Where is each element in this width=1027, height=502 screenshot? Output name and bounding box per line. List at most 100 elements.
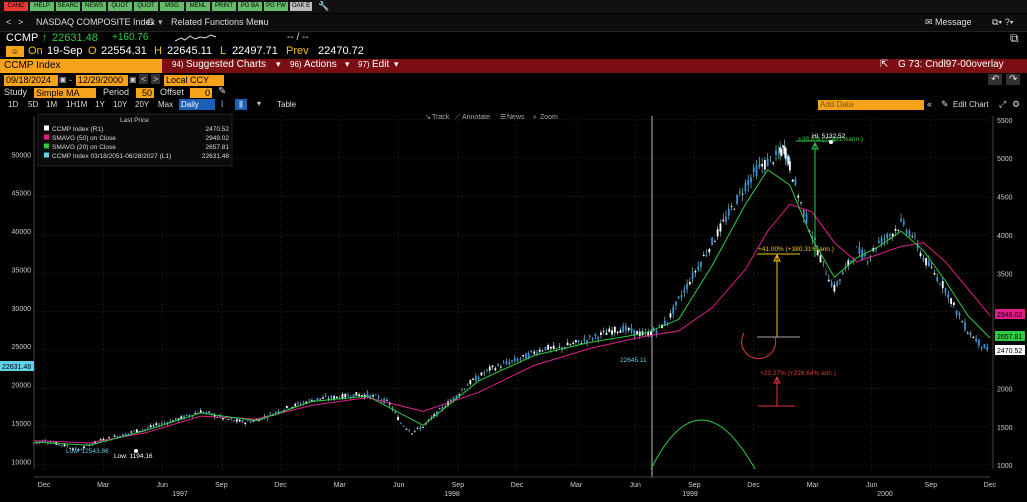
redo-icon[interactable]: ↷	[1006, 74, 1021, 85]
candle-chart-icon[interactable]: ⫼	[235, 99, 247, 110]
chevron-down-icon[interactable]: ▾	[276, 59, 281, 70]
edit-chart-button[interactable]: Edit Chart	[953, 100, 989, 109]
tab-1d[interactable]: 1D	[8, 100, 18, 109]
candle-body	[66, 445, 69, 447]
actions-button[interactable]: Actions	[304, 59, 337, 70]
tab-max[interactable]: Max	[158, 100, 173, 109]
gear-icon[interactable]: ⚙	[1012, 99, 1020, 110]
start-date-field[interactable]: 09/18/2024	[4, 75, 58, 86]
fkey-oak-e[interactable]: OAK E	[290, 2, 312, 11]
tab-10y[interactable]: 10Y	[113, 100, 127, 109]
quote-line-2: ☺ On 19-Sep O 22554.31 H 22645.11 L 2249…	[0, 45, 1027, 59]
up-arrow-icon: ↑	[42, 32, 48, 44]
price-chart[interactable]: ↘ Track ⟋ Annotate ☰ News ⌕ Zoom Low: 12543.86 L…	[0, 111, 1027, 502]
candle-body	[319, 398, 322, 400]
index-field[interactable]: CCMP Index	[0, 59, 162, 73]
candle-body	[302, 402, 305, 404]
candle-body	[922, 257, 925, 261]
fkey-quot[interactable]: QUOT	[134, 2, 158, 11]
calendar-icon[interactable]: ▣	[59, 75, 67, 84]
fkey-news[interactable]: NEWS	[82, 2, 106, 11]
chevron-down-icon[interactable]: ▾	[394, 59, 399, 70]
right-tick-label: 1000	[997, 463, 1013, 470]
tool-news[interactable]: News	[507, 114, 525, 121]
fkey-msg[interactable]: MSG	[160, 2, 184, 11]
wrench-icon[interactable]: 🔧	[318, 2, 329, 11]
message-icon[interactable]: ✉	[925, 17, 933, 28]
line-chart-icon[interactable]: ⌇	[220, 99, 224, 110]
axis-value-label: 22631.48	[2, 364, 31, 371]
candle-body	[538, 349, 541, 352]
forward-button[interactable]: >	[18, 17, 23, 27]
study-type-select[interactable]: Simple MA	[34, 88, 96, 98]
fkey-canc[interactable]: CANC	[4, 2, 28, 11]
pencil-icon[interactable]: ✎	[941, 99, 949, 110]
candle-body	[586, 339, 588, 343]
pencil-icon[interactable]: ✎	[218, 86, 226, 97]
candle-body	[372, 395, 374, 397]
related-functions-menu[interactable]: Related Functions Menu	[171, 17, 269, 27]
tool-zoom[interactable]: Zoom	[540, 114, 558, 121]
currency-select[interactable]: Local CCY	[164, 75, 224, 86]
candle-body	[402, 425, 405, 427]
candle-body	[791, 179, 794, 182]
zoom-icon[interactable]: ⤢	[999, 99, 1006, 110]
x-tick-label: Dec	[511, 482, 524, 489]
fkey-pg-ba[interactable]: PG BA	[238, 2, 262, 11]
candle-body	[827, 279, 830, 282]
tool-annotate[interactable]: Annotate	[462, 114, 490, 121]
candle-body	[939, 284, 941, 285]
pop-out-icon[interactable]: ⧉	[1010, 31, 1019, 46]
chevron-down-icon[interactable]: ▾	[158, 17, 163, 28]
table-button[interactable]: Table	[277, 100, 296, 109]
candle-body	[408, 430, 411, 432]
candle-body	[691, 272, 694, 280]
tool-track[interactable]: Track	[432, 114, 450, 121]
x-tick-label: Mar	[97, 482, 110, 489]
calendar-icon[interactable]: ▣	[129, 75, 137, 84]
alert-icon[interactable]: ☺	[6, 46, 24, 57]
window-menu-icon[interactable]: ⧉▾ ?▾	[992, 17, 1014, 28]
tab-1m[interactable]: 1M	[46, 100, 57, 109]
prev-period-button[interactable]: <	[139, 74, 149, 84]
candle-body	[597, 336, 600, 340]
candle-body	[133, 430, 135, 432]
frequency-select[interactable]: Daily	[179, 99, 215, 110]
tab-5d[interactable]: 5D	[28, 100, 38, 109]
message-button[interactable]: Message	[935, 17, 972, 27]
tab-1y[interactable]: 1Y	[95, 100, 105, 109]
end-date-field[interactable]: 12/29/2000	[76, 75, 128, 86]
fkey-quot[interactable]: QUOT	[108, 2, 132, 11]
candle-body	[630, 327, 633, 332]
period-field[interactable]: 50	[136, 88, 154, 98]
external-link-icon[interactable]: ⇱	[880, 59, 888, 70]
back-button[interactable]: <	[6, 17, 11, 27]
collapse-icon[interactable]: «	[927, 99, 932, 109]
yellow-key-menu[interactable]: G	[147, 17, 154, 27]
tab-20y[interactable]: 20Y	[135, 100, 149, 109]
tab-1h1m[interactable]: 1H1M	[66, 100, 87, 109]
candle-body	[669, 313, 672, 318]
fkey-print[interactable]: PRINT	[212, 2, 236, 11]
offset-field[interactable]: 0	[190, 88, 212, 98]
edit-button[interactable]: Edit	[372, 59, 389, 70]
candle-body	[141, 429, 144, 431]
chevron-down-icon[interactable]: ▾	[345, 59, 350, 70]
double-chevron-icon[interactable]: »	[258, 17, 263, 27]
fkey-help[interactable]: HELP	[30, 2, 54, 11]
chevron-down-icon[interactable]: ▾	[257, 99, 261, 108]
fkey-searc[interactable]: SEARC	[56, 2, 80, 11]
undo-icon[interactable]: ↶	[988, 74, 1003, 85]
suggested-charts-button[interactable]: Suggested Charts	[186, 59, 266, 70]
add-data-input[interactable]: Add Data	[818, 100, 924, 110]
study-label: Study	[4, 87, 28, 97]
candle-body	[611, 330, 613, 335]
next-period-button[interactable]: >	[151, 74, 161, 84]
security-name[interactable]: NASDAQ COMPOSITE Index	[36, 17, 155, 27]
fkey-menl[interactable]: MENL	[186, 2, 210, 11]
year-label: 1997	[172, 491, 188, 498]
candle-body	[752, 167, 755, 173]
candle-body	[797, 195, 800, 198]
fkey-pg-fw[interactable]: PG FW	[264, 2, 288, 11]
candle-body	[594, 333, 597, 336]
